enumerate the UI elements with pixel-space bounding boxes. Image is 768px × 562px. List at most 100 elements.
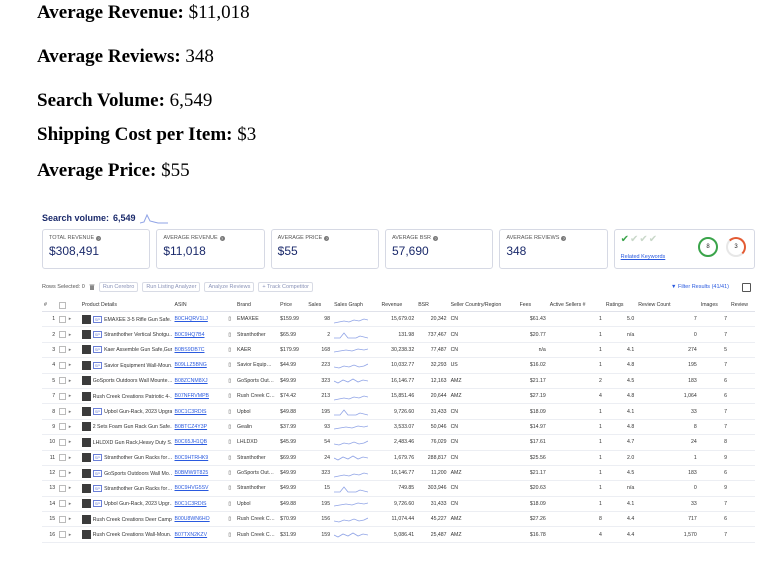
sales-graph-cell[interactable] (332, 496, 380, 513)
col-header-bsr[interactable]: BSR (416, 299, 449, 312)
product-details-cell[interactable]: LHLDXD Gun Rack,Heavy Duty S… (79, 434, 173, 451)
col-header-sales[interactable]: Sales (306, 299, 333, 312)
product-details-cell[interactable]: 2 Sets Foam Gun Rack Gun Safe… (79, 419, 173, 436)
product-details-cell[interactable]: SP Savior Equipment Wall-Moun… (79, 357, 173, 374)
asin-link[interactable]: B0C9HVG5SV (174, 485, 208, 491)
sales-graph-cell[interactable] (332, 311, 380, 328)
table-row[interactable]: 11 ▸ SP Stranthother Gun Racks for… B0C9HTRH… (42, 450, 755, 466)
row-checkbox[interactable] (59, 531, 67, 539)
copy-icon[interactable]: ▯ (228, 332, 231, 338)
asin-link[interactable]: B07NFRVMPB (174, 393, 209, 399)
asin-link[interactable]: B0CHQRV1LJ (174, 316, 207, 322)
table-row[interactable]: 15 ▸ Rush Creek Creations Deer Camp… B00U8W… (42, 511, 755, 528)
copy-icon[interactable]: ▯ (228, 347, 231, 353)
col-header-review-count[interactable]: Review Count (636, 299, 699, 312)
trash-icon[interactable] (89, 284, 95, 290)
product-details-cell[interactable]: SPUpbol Gun-Rack, 2023 Upgrade… (79, 403, 173, 420)
col-header-fees[interactable]: Fees (517, 299, 548, 312)
product-details-cell[interactable]: SP EMAXEE 3-5 Rifle Gun Safe… (79, 311, 173, 328)
table-row[interactable]: 10 ▸ LHLDXD Gun Rack,Heavy Duty S… B0C65JH1… (42, 434, 755, 451)
copy-icon[interactable]: ▯ (228, 516, 231, 522)
table-row[interactable]: 9 ▸ 2 Sets Foam Gun Rack Gun Safe… B0BTCZ4Y… (42, 419, 755, 436)
select-all-checkbox[interactable] (59, 301, 67, 309)
track-competitor-button[interactable]: + Track Competitor (258, 282, 313, 292)
sales-graph-cell[interactable] (332, 526, 380, 543)
asin-link[interactable]: B0C9HQ7B4 (174, 332, 204, 338)
col-header-price[interactable]: Price (278, 299, 307, 312)
pin-icon[interactable]: ▸ (69, 393, 72, 399)
product-details-cell[interactable]: Rush Creek Creations Wall-Moun… (79, 526, 173, 543)
copy-icon[interactable]: ▯ (228, 532, 231, 538)
pin-icon[interactable]: ▸ (69, 362, 72, 368)
sales-graph-cell[interactable] (332, 419, 380, 436)
row-checkbox[interactable] (59, 469, 67, 477)
pin-icon[interactable]: ▸ (69, 409, 72, 415)
pin-icon[interactable]: ▸ (69, 516, 72, 522)
copy-icon[interactable]: ▯ (228, 439, 231, 445)
table-row[interactable]: 8 ▸ SPUpbol Gun-Rack, 2023 Upgrade…B0C1C3R… (42, 403, 755, 420)
col-header-product-details[interactable]: Product Details (79, 299, 173, 312)
row-checkbox[interactable] (59, 377, 67, 385)
product-details-cell[interactable]: SP Upbol Gun-Rack, 2023 Upgr… (79, 496, 173, 513)
row-checkbox[interactable] (59, 361, 67, 369)
product-details-cell[interactable]: GoSports Outdoors Wall Mounte… (79, 373, 173, 389)
asin-link[interactable]: B0C1C3RDIS (174, 409, 206, 415)
copy-icon[interactable]: ▯ (228, 470, 231, 476)
col-header-brand[interactable]: Brand (235, 299, 279, 312)
sales-graph-cell[interactable] (332, 342, 380, 359)
table-row[interactable]: 14 ▸ SP Upbol Gun-Rack, 2023 Upgr… B0C1C3RDI… (42, 496, 755, 513)
table-row[interactable]: 12 ▸ SP GoSports Outdoors Wall Mo… B0BMW9T82… (42, 465, 755, 482)
pin-icon[interactable]: ▸ (69, 332, 72, 338)
product-details-cell[interactable]: SP Stranthother Gun Racks for… (79, 450, 173, 466)
sales-graph-cell[interactable] (332, 403, 380, 420)
col-header[interactable]: # (42, 299, 58, 312)
col-header-images[interactable]: Images (698, 299, 729, 312)
product-details-cell[interactable]: Rush Creek Creations Deer Camp… (79, 511, 173, 528)
col-header-seller-country[interactable]: Seller Country/Region (448, 299, 518, 312)
product-details-cell[interactable]: SP GoSports Outdoors Wall Mo… (79, 465, 173, 482)
table-row[interactable]: 1 ▸ SP EMAXEE 3-5 Rifle Gun Safe… B0CHQRV1LJ… (42, 311, 755, 328)
info-icon[interactable]: ? (324, 235, 330, 241)
row-checkbox[interactable] (59, 315, 67, 323)
sales-graph-cell[interactable] (332, 357, 380, 374)
row-checkbox[interactable] (59, 423, 67, 431)
pin-icon[interactable]: ▸ (69, 424, 72, 430)
copy-icon[interactable]: ▯ (228, 393, 231, 399)
copy-icon[interactable]: ▯ (228, 378, 231, 384)
filter-results-button[interactable]: ▼ Filter Results (41/41) (671, 284, 729, 290)
info-icon[interactable]: ? (96, 235, 102, 241)
col-header-revenue[interactable]: Revenue (379, 299, 417, 312)
pin-icon[interactable]: ▸ (69, 532, 72, 538)
related-keywords-link[interactable]: Related Keywords (621, 254, 666, 260)
col-header-active-sellers[interactable]: Active Sellers # (547, 299, 604, 312)
info-icon[interactable]: ? (561, 235, 567, 241)
table-row[interactable]: 3 ▸ SP Kaer Assemble Gun Safe,Gun… B0BS9DB7C… (42, 342, 755, 359)
row-checkbox[interactable] (59, 454, 67, 462)
copy-icon[interactable]: ▯ (228, 455, 231, 461)
product-details-cell[interactable]: Rush Creek Creations Patriotic 4-… (79, 388, 173, 405)
pin-icon[interactable]: ▸ (69, 316, 72, 322)
pin-icon[interactable]: ▸ (69, 485, 72, 491)
table-row[interactable]: 5 ▸ GoSports Outdoors Wall Mounte… B08ZCNM8… (42, 373, 755, 389)
asin-link[interactable]: B0BMW9T825 (174, 470, 208, 476)
row-checkbox[interactable] (59, 346, 67, 354)
copy-icon[interactable]: ▯ (228, 409, 231, 415)
col-header-sales-graph[interactable]: Sales Graph (332, 299, 380, 312)
sales-graph-cell[interactable] (332, 450, 380, 466)
sales-graph-cell[interactable] (332, 388, 380, 405)
row-checkbox[interactable] (59, 515, 67, 523)
row-checkbox[interactable] (59, 438, 67, 446)
col-header-ratings[interactable]: Ratings (603, 299, 637, 312)
pin-icon[interactable]: ▸ (69, 439, 72, 445)
asin-link[interactable]: B0C9HTRHK9 (174, 455, 208, 461)
product-details-cell[interactable]: SP Kaer Assemble Gun Safe,Gun… (79, 342, 173, 359)
pin-icon[interactable]: ▸ (69, 347, 72, 353)
row-checkbox[interactable] (59, 484, 67, 492)
pin-icon[interactable]: ▸ (69, 470, 72, 476)
pin-icon[interactable]: ▸ (69, 501, 72, 507)
row-checkbox[interactable] (59, 331, 67, 339)
sales-graph-cell[interactable] (332, 511, 380, 528)
sales-graph-cell[interactable] (332, 434, 380, 451)
table-row[interactable]: 4 ▸ SP Savior Equipment Wall-Moun… B09LLZ5BN… (42, 357, 755, 374)
table-row[interactable]: 13 ▸ SP Stranthother Gun Racks for… B0C9HVG5… (42, 480, 755, 497)
